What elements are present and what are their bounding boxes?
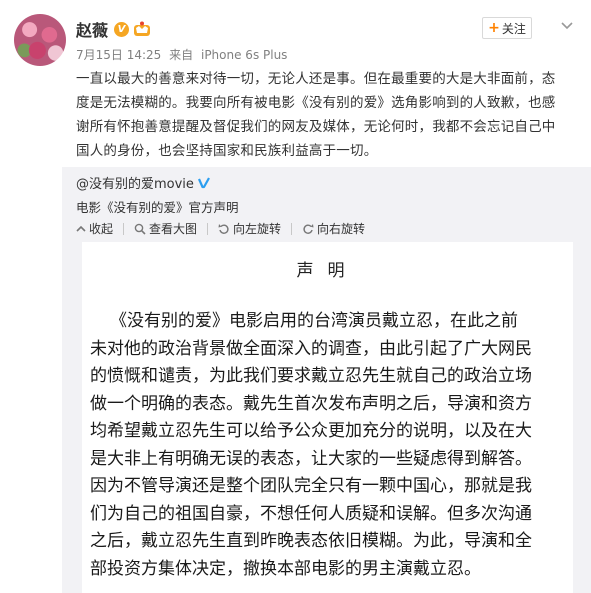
statement-line: 的愤慨和谴责，为此我们要求戴立忍先生就自己的政治立场 xyxy=(90,366,532,386)
rotate-right-icon xyxy=(303,223,314,234)
divider xyxy=(291,222,293,235)
plus-icon: + xyxy=(488,20,500,36)
post-text: 一直以最大的善意来对待一切，无论人还是事。但在最重要的大是大非面前，态 度是无法… xyxy=(76,67,568,163)
collapse-label: 收起 xyxy=(89,222,114,236)
source-prefix: 来自 xyxy=(169,48,194,62)
statement-image[interactable]: 声明 《没有别的爱》电影启用的台湾演员戴立忍，在此之前 未对他的政治背景做全面深… xyxy=(82,242,573,593)
statement-line: 做一个明确的表态。戴先生首次发布声明之后，导演和资方 xyxy=(90,393,532,414)
divider xyxy=(207,222,209,235)
follow-button[interactable]: + 关注 xyxy=(482,17,532,39)
post-text-line: 度是无法模糊的。我要向所有被电影《没有别的爱》选角影响到的人致歉，也感 xyxy=(76,95,556,111)
image-toolbar: 收起 查看大图 向左旋转 向右旋转 xyxy=(76,220,365,237)
statement-body: 《没有别的爱》电影启用的台湾演员戴立忍，在此之前 未对他的政治背景做全面深入的调… xyxy=(90,308,570,583)
verified-badge-icon: V xyxy=(114,21,130,37)
statement-line: 因为不管导演还是整个团队完全只有一颗中国心，那就是我 xyxy=(90,476,532,496)
statement-line: 是大非上有明确无误的表态，让大家的一些疑虑得到解答。 xyxy=(90,448,532,469)
divider xyxy=(123,222,125,235)
collapse-icon xyxy=(76,225,86,232)
rotate-right-label: 向右旋转 xyxy=(317,222,366,236)
post-text-line: 国人的身份，也会坚持国家和民族利益高于一切。 xyxy=(76,143,378,159)
vip-crown-icon xyxy=(133,21,151,37)
statement-line: 们为自己的祖国自豪，不想任何人质疑和误解。但多次沟通 xyxy=(90,503,532,524)
statement-line: 《没有别的爱》电影启用的台湾演员戴立忍，在此之前 xyxy=(110,311,518,331)
rotate-left-icon xyxy=(218,223,229,234)
post-text-line: 一直以最大的善意来对待一切，无论人还是事。但在最重要的大是大非面前，态 xyxy=(76,71,556,87)
collapse-button[interactable]: 收起 xyxy=(76,220,113,237)
view-large-label: 查看大图 xyxy=(149,222,198,236)
statement-title: 声明 xyxy=(296,261,359,281)
post-source[interactable]: iPhone 6s Plus xyxy=(201,48,287,62)
rotate-right-button[interactable]: 向右旋转 xyxy=(302,220,365,237)
repost-card: @没有别的爱movie 电影《没有别的爱》官方声明 收起 查看大图 向左旋转 向… xyxy=(62,167,591,593)
statement-line: 未对他的政治背景做全面深入的调查，由此引起了广大网民 xyxy=(90,338,532,359)
statement-line: 均希望戴立忍先生可以给予公众更加充分的说明，以及在大 xyxy=(90,421,532,441)
follow-label: 关注 xyxy=(501,21,526,36)
statement-line: 之后，戴立忍先生直到昨晚表态依旧模糊。为此，导演和全 xyxy=(90,531,532,551)
view-large-button[interactable]: 查看大图 xyxy=(134,220,197,237)
post-date[interactable]: 7月15日 14:25 xyxy=(76,48,161,62)
post-text-line: 谢所有怀抱善意提醒及督促我们的网友及媒体，无论何时，我都不会忘记自己中 xyxy=(76,119,556,135)
rotate-left-label: 向左旋转 xyxy=(233,222,282,236)
rotate-left-button[interactable]: 向左旋转 xyxy=(218,220,281,237)
repost-author[interactable]: @没有别的爱movie xyxy=(76,173,194,192)
author-name[interactable]: 赵薇 xyxy=(76,17,108,41)
chevron-down-icon[interactable] xyxy=(559,17,575,37)
repost-description: 电影《没有别的爱》官方声明 xyxy=(76,200,239,215)
zoom-icon xyxy=(134,223,146,235)
statement-line: 部投资方集体决定，撤换本部电影的男主演戴立忍。 xyxy=(90,558,481,579)
verified-badge-icon xyxy=(197,176,211,190)
avatar[interactable] xyxy=(14,14,66,66)
author-row: 赵薇 V xyxy=(76,18,151,40)
repost-author-row: @没有别的爱movie xyxy=(76,173,211,192)
post-meta: 7月15日 14:25 来自 iPhone 6s Plus xyxy=(76,46,291,63)
